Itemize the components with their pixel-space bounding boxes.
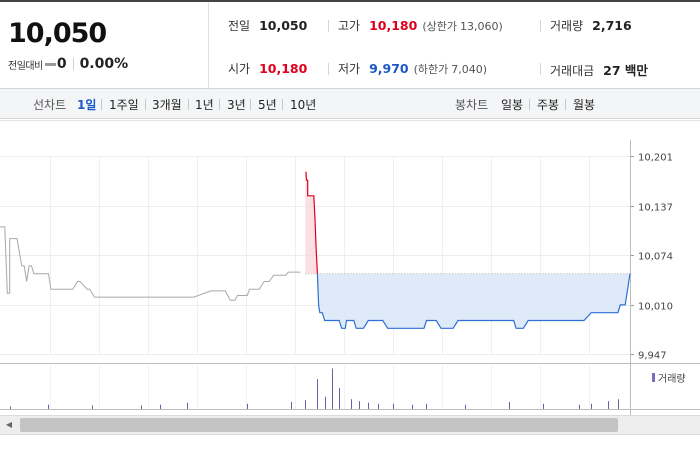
toolbar-separator [145, 99, 146, 110]
flat-icon [44, 62, 56, 66]
toolbar-separator [282, 99, 283, 110]
stat-separator [328, 63, 329, 75]
lower-limit-label: (하한가 [413, 63, 449, 76]
period-3m-tab[interactable]: 3개월 [152, 96, 182, 113]
upper-limit-label: (상한가 [422, 20, 457, 33]
stat-value: 10,180 [259, 61, 308, 76]
period-5y-tab[interactable]: 5년 [258, 96, 277, 113]
chart-toolbar: 선차트 1일 1주일 3개월 1년 3년 5년 10년 봉차트 일봉 주봉 월봉 [0, 89, 700, 119]
change-label: 전일대비 [8, 60, 43, 72]
stat-value: 9,970 [369, 61, 409, 76]
candle-monthly-tab[interactable]: 월봉 [573, 96, 595, 113]
toolbar-separator [250, 99, 251, 110]
chart-scrollbar[interactable]: ◀ [0, 415, 700, 435]
stat-low: 저가 9,970 (하한가 7,040 ) [328, 60, 488, 77]
candle-daily-tab[interactable]: 일봉 [501, 96, 523, 113]
lower-limit-value: 7,040 [451, 63, 483, 76]
stat-volume: 거래량 2,716 [540, 17, 632, 34]
stat-label: 고가 [338, 19, 361, 33]
period-3y-tab[interactable]: 3년 [227, 96, 246, 113]
volume-legend-label: 거래량 [658, 373, 686, 385]
line-chart-label: 선차트 [33, 98, 67, 112]
y-tick-label: 10,010 [638, 302, 673, 313]
stat-value: 10,050 [259, 18, 308, 33]
toolbar-separator [219, 99, 220, 110]
price-chart: 10,201 10,137 10,074 10,010 9,947 거래량 [0, 120, 700, 416]
stat-trade-amount: 거래대금 27 백만 [540, 60, 648, 79]
header-divider [208, 2, 209, 89]
stat-open: 시가 10,180 [228, 60, 307, 77]
period-10y-tab[interactable]: 10년 [290, 96, 316, 113]
stat-label: 시가 [228, 62, 251, 76]
change-value: 0 [56, 56, 67, 72]
stat-label: 저가 [338, 62, 361, 76]
change-separator [72, 58, 74, 70]
stat-separator [540, 63, 541, 75]
stat-separator [540, 20, 541, 32]
current-price: 10,050 [8, 18, 107, 49]
stat-separator [328, 20, 329, 32]
stat-prev-close: 전일 10,050 [228, 17, 307, 34]
y-tick-label: 9,947 [638, 351, 667, 362]
candle-chart-label: 봉차트 [455, 98, 489, 112]
period-1y-tab[interactable]: 1년 [195, 96, 214, 113]
stat-label: 거래량 [550, 19, 584, 33]
stat-value: 27 백만 [603, 63, 648, 78]
prev-day-line [0, 226, 301, 301]
stat-label: 거래대금 [550, 64, 595, 78]
stat-value: 2,716 [592, 18, 632, 33]
y-tick-label: 10,074 [638, 252, 673, 263]
toolbar-separator [529, 99, 530, 110]
stat-value: 10,180 [369, 18, 418, 33]
toolbar-separator [188, 99, 189, 110]
toolbar-separator [101, 99, 102, 110]
candle-weekly-tab[interactable]: 주봉 [537, 96, 559, 113]
period-1w-tab[interactable]: 1주일 [109, 96, 139, 113]
stat-high: 고가 10,180 (상한가 13,060 ) [328, 17, 503, 34]
scroll-left-arrow-icon[interactable]: ◀ [2, 418, 16, 432]
y-tick-label: 10,201 [638, 153, 673, 164]
upper-limit-value: 13,060 [460, 20, 499, 33]
paren-close: ) [498, 20, 503, 33]
volume-legend-swatch [652, 373, 655, 382]
change-row: 전일대비 0 0.00% [8, 56, 128, 72]
change-rate: 0.00% [79, 56, 129, 72]
toolbar-separator [565, 99, 566, 110]
paren-close: ) [482, 63, 488, 76]
period-1d-tab[interactable]: 1일 [77, 96, 96, 113]
stat-label: 전일 [228, 19, 251, 33]
quote-header: 10,050 전일대비 0 0.00% 전일 10,050 고가 10,180 … [0, 0, 700, 89]
y-tick-label: 10,137 [638, 203, 673, 214]
scroll-thumb[interactable] [20, 418, 618, 432]
